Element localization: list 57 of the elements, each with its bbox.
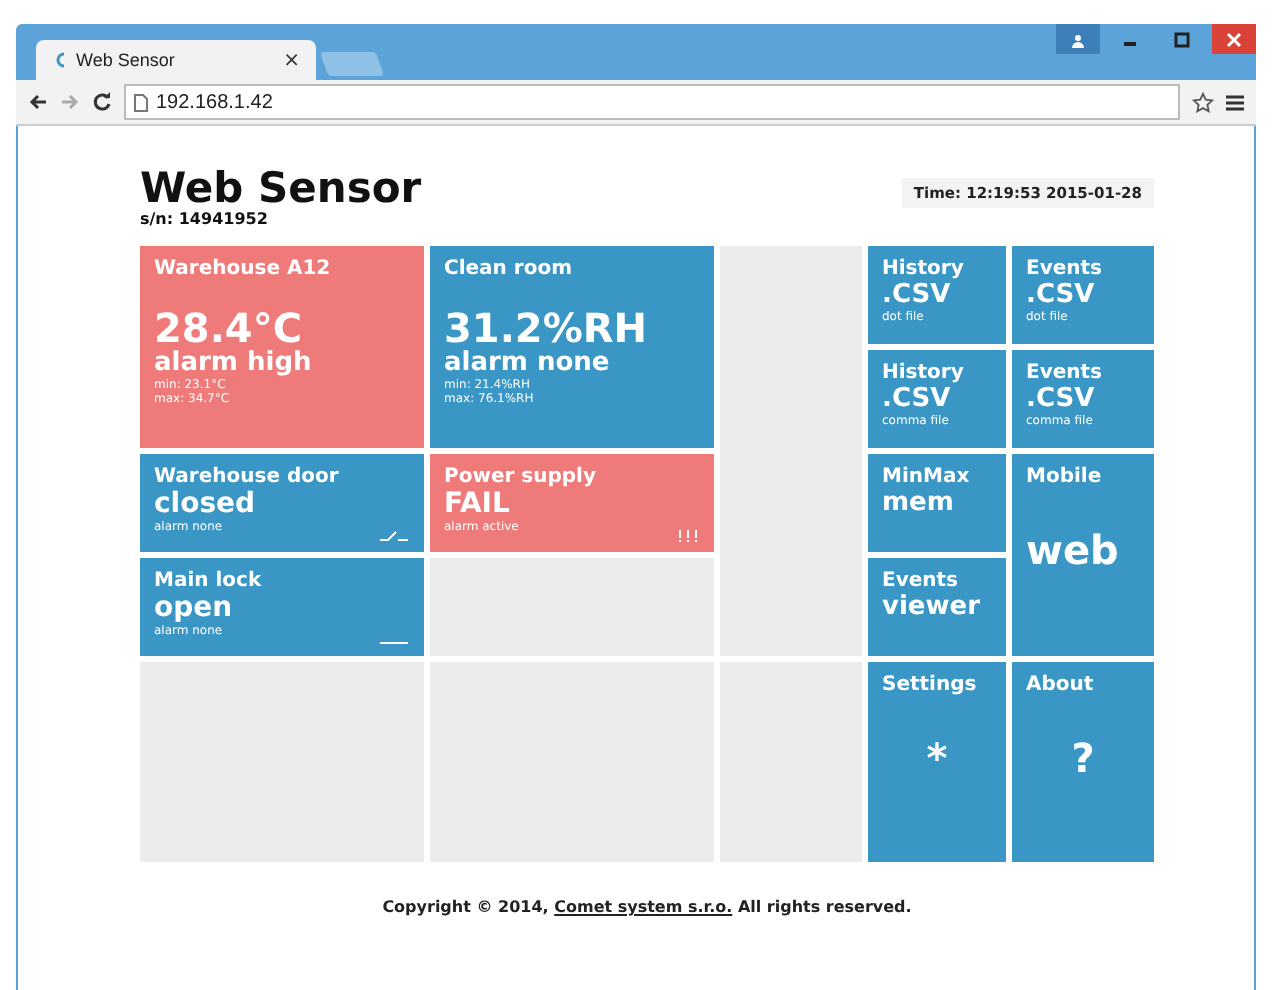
link-tile[interactable]: Settings * [868,662,1006,862]
input-name: Main lock [154,568,264,594]
warning-icon [678,530,698,542]
tile-title: Settings [882,672,979,698]
browser-tab[interactable]: Web Sensor × [36,40,316,80]
link-tile[interactable]: Mobile web [1012,454,1154,656]
maximize-icon [1174,31,1190,47]
alarm-status: alarm high [154,350,314,378]
input-state: FAIL [444,490,512,520]
input-name: Power supply [444,464,598,490]
alarm-status: alarm none [444,350,612,378]
menu-icon[interactable] [1226,93,1244,111]
link-tile[interactable]: MinMax mem [868,454,1006,552]
close-icon [1226,31,1242,47]
tile-title: Events [882,568,960,594]
user-button[interactable] [1056,24,1100,54]
tile-label: .CSV [1026,282,1095,310]
star-icon[interactable] [1192,91,1214,113]
link-tile[interactable]: About ? [1012,662,1154,862]
copyright-text: Copyright © 2014, Comet system s.r.o. All rights reserved. [382,898,912,916]
input-name: Warehouse door [154,464,341,490]
tile-title: History [882,256,966,282]
link-tile[interactable]: Events viewer [868,558,1006,656]
sensor-value: 28.4°C [154,306,303,350]
tile-label: mem [882,490,954,518]
tile-label: ? [1071,734,1095,782]
line-icon [380,640,408,646]
page-icon [52,52,68,68]
tile-label: web [1026,526,1119,574]
sensor-name: Warehouse A12 [154,256,333,282]
tile-label: .CSV [1026,386,1095,414]
sensor-value: 31.2%RH [444,306,650,350]
user-icon [1070,31,1086,47]
tile-label: viewer [882,594,980,622]
tile-title: Events [1026,256,1104,282]
serial-number: s/n: 14941952 [140,210,270,228]
address-bar[interactable]: 192.168.1.42 [124,84,1180,120]
tile-title: Events [1026,360,1104,386]
reload-icon[interactable] [92,92,112,112]
close-button[interactable] [1212,24,1256,54]
company-link[interactable]: Comet system s.r.o. [554,898,733,916]
sensor-name: Clean room [444,256,574,282]
tile-label: .CSV [882,386,951,414]
tile-title: Mobile [1026,464,1104,490]
page-title: Web Sensor [140,166,422,210]
switch-icon [380,530,408,542]
page-icon [134,93,148,111]
tile-label: * [926,734,948,782]
tab-close[interactable]: × [283,49,300,71]
input-state: closed [154,490,258,520]
tile-title: About [1026,672,1096,698]
input-state: open [154,594,235,624]
tab-title: Web Sensor [76,50,177,70]
back-icon[interactable] [28,92,48,112]
tile-title: MinMax [882,464,972,490]
tile-title: History [882,360,966,386]
tile-label: .CSV [882,282,951,310]
